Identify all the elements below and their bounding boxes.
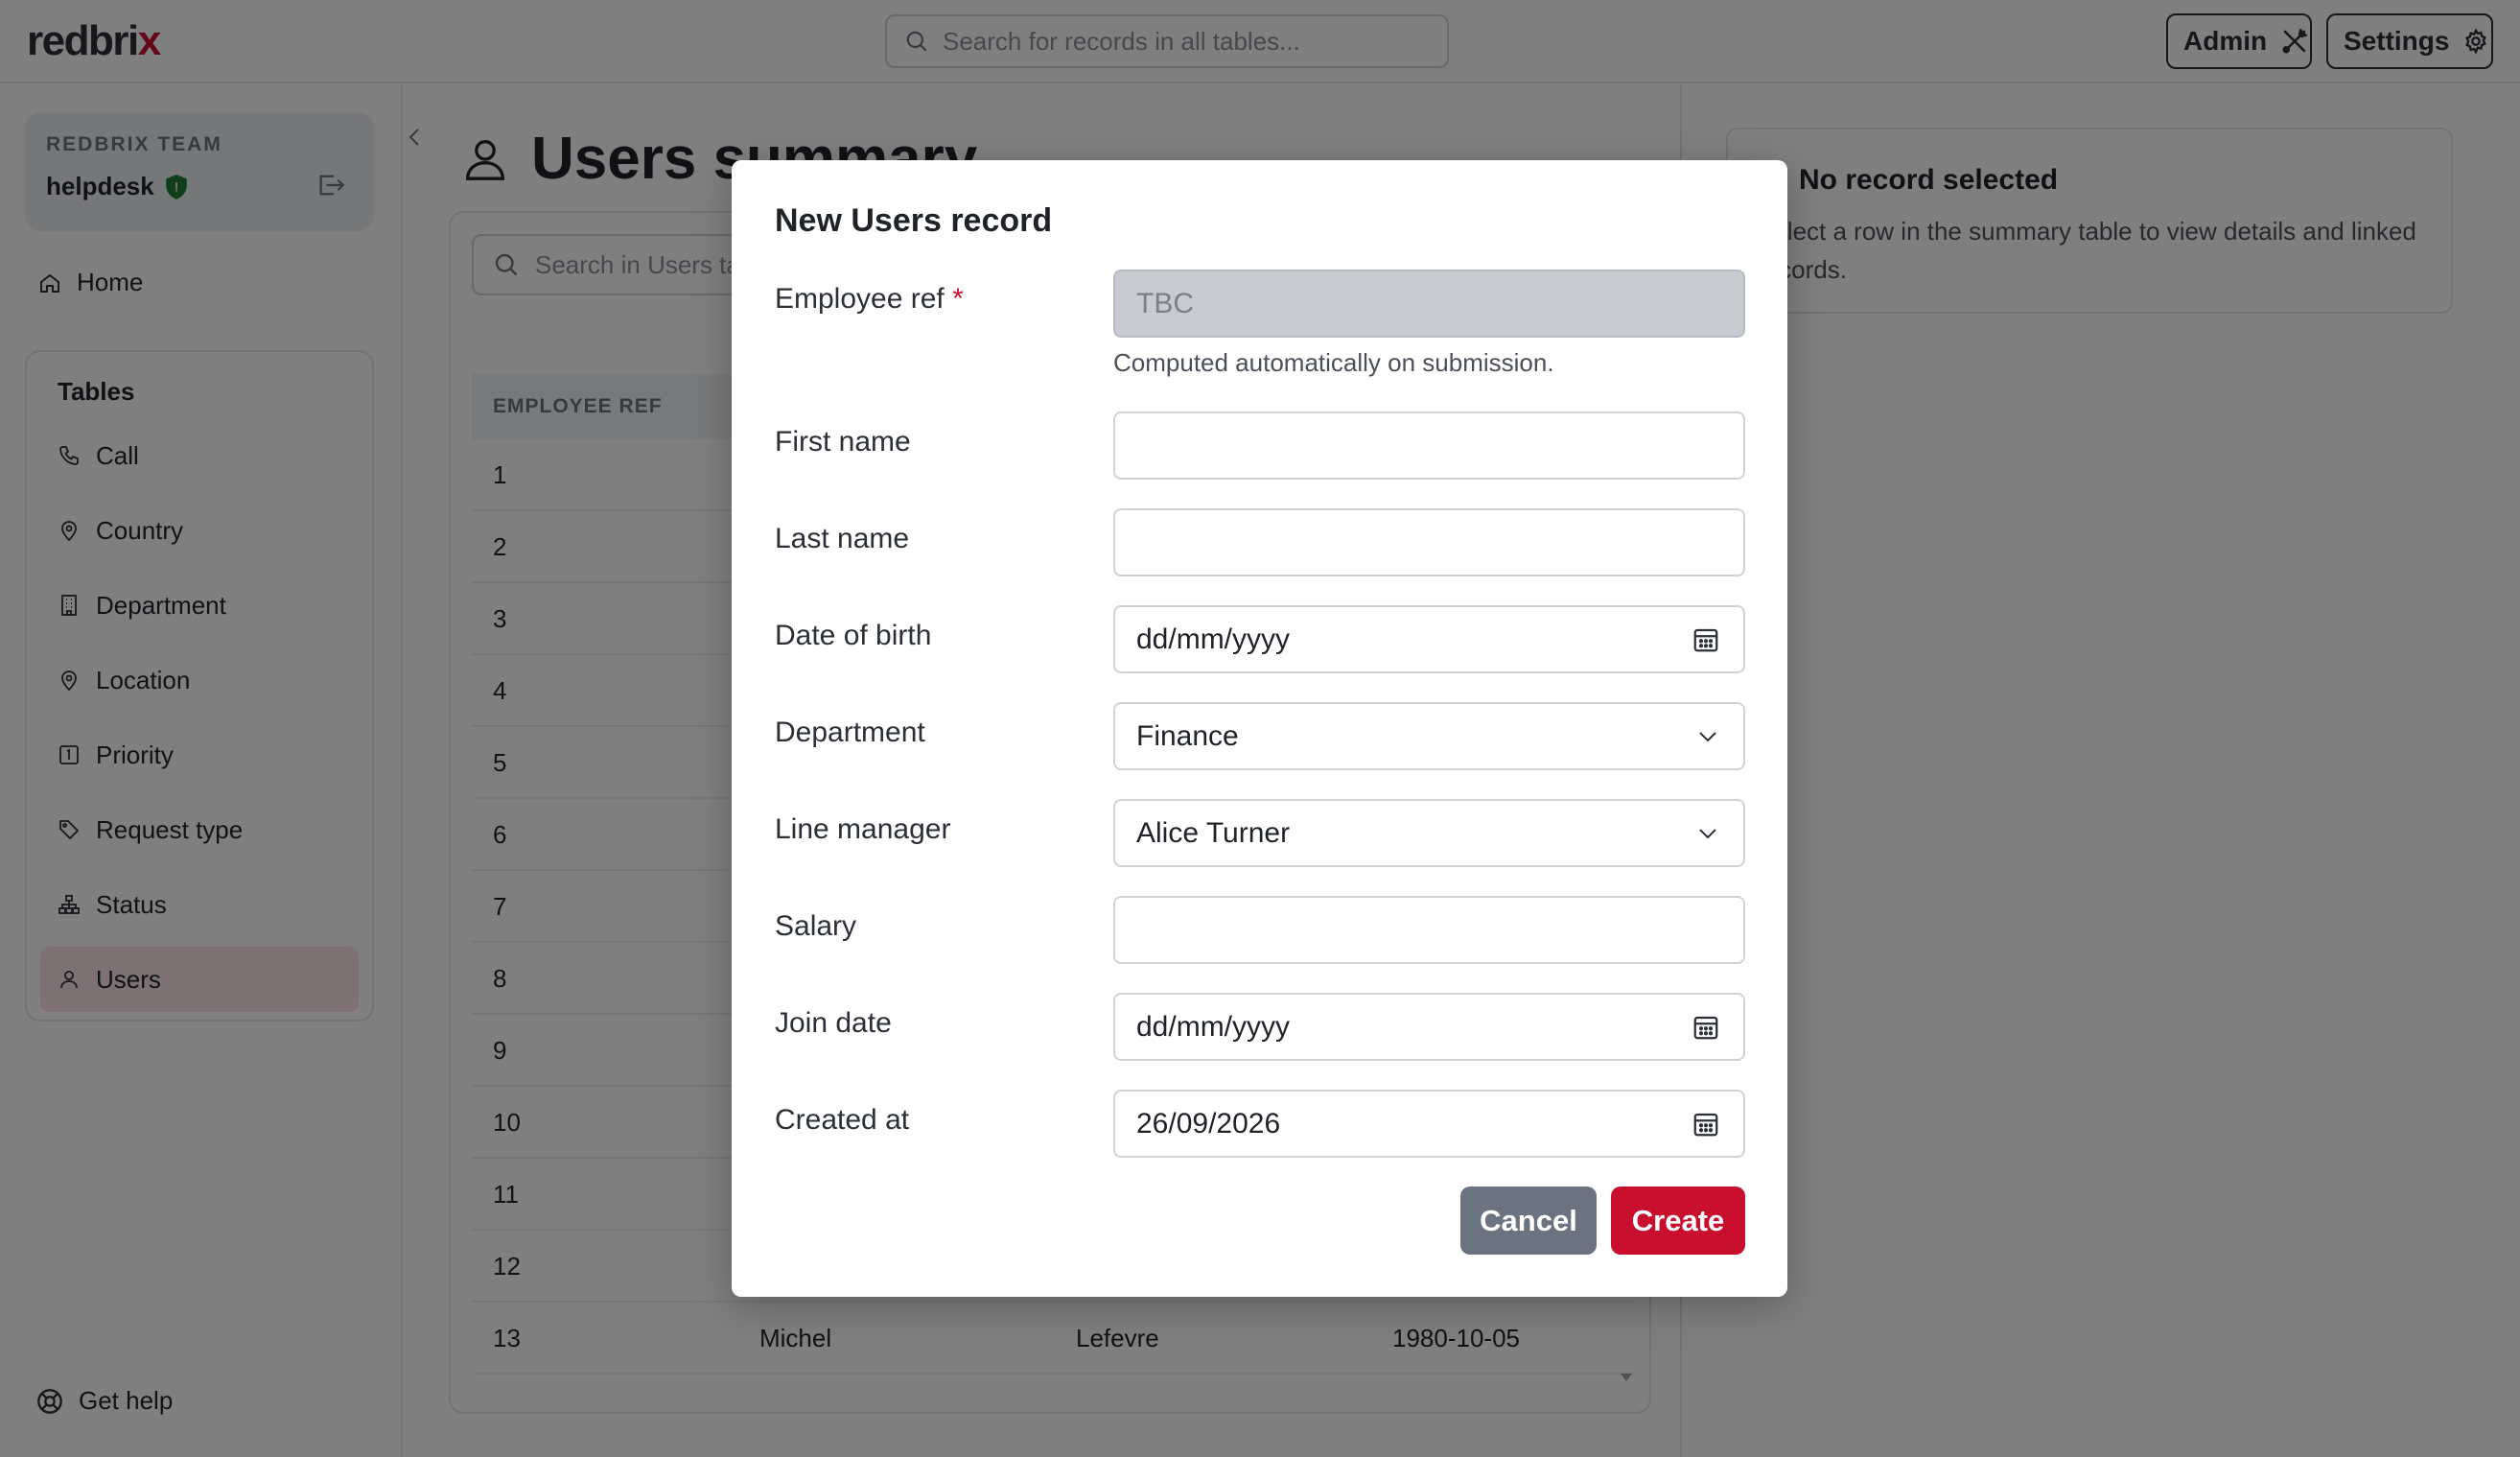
employee-ref-input: TBC [1113, 270, 1745, 338]
calendar-icon[interactable] [1692, 1110, 1720, 1139]
employee-ref-label: Employee ref * [775, 283, 964, 316]
employee-ref-label-text: Employee ref [775, 283, 945, 315]
line-manager-value: Alice Turner [1136, 816, 1291, 849]
required-mark: * [952, 283, 964, 315]
salary-label: Salary [775, 910, 857, 942]
calendar-icon[interactable] [1692, 625, 1720, 654]
calendar-icon[interactable] [1692, 1013, 1720, 1042]
employee-ref-help: Computed automatically on submission. [1113, 348, 1554, 377]
created-at-label: Created at [775, 1104, 910, 1136]
date-of-birth-label: Date of birth [775, 620, 932, 651]
employee-ref-value: TBC [1136, 287, 1194, 319]
date-of-birth-value: dd/mm/yyyy [1136, 623, 1291, 655]
date-of-birth-input[interactable]: dd/mm/yyyy [1113, 605, 1745, 673]
join-date-value: dd/mm/yyyy [1136, 1010, 1291, 1043]
new-record-dialog: New Users record Employee ref * TBC Comp… [732, 160, 1787, 1297]
last-name-label: Last name [775, 523, 910, 554]
chevron-down-icon [1695, 826, 1720, 841]
department-select[interactable]: Finance [1113, 702, 1745, 770]
first-name-label: First name [775, 426, 911, 458]
line-manager-label: Line manager [775, 813, 951, 845]
last-name-input[interactable] [1113, 508, 1745, 576]
department-label: Department [775, 717, 925, 748]
cancel-button[interactable]: Cancel [1460, 1187, 1597, 1255]
join-date-label: Join date [775, 1007, 892, 1039]
join-date-input[interactable]: dd/mm/yyyy [1113, 993, 1745, 1061]
first-name-input[interactable] [1113, 411, 1745, 480]
created-at-input[interactable]: 26/09/2026 [1113, 1090, 1745, 1158]
salary-input[interactable] [1113, 896, 1745, 964]
create-button[interactable]: Create [1611, 1187, 1745, 1255]
dialog-title: New Users record [775, 202, 1053, 239]
chevron-down-icon [1695, 729, 1720, 744]
department-value: Finance [1136, 719, 1239, 752]
created-at-value: 26/09/2026 [1136, 1107, 1281, 1140]
line-manager-select[interactable]: Alice Turner [1113, 799, 1745, 867]
